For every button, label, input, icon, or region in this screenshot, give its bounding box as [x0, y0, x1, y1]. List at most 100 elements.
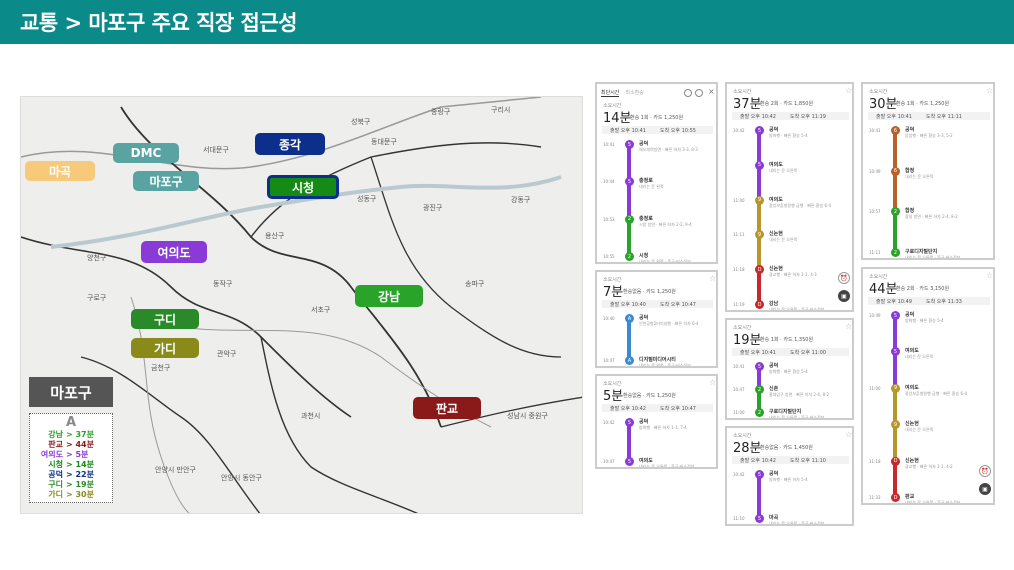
station-detail: 시청 방면 · 빠른 하차 2-2, 9-4	[639, 221, 692, 227]
time-bar: 출발 오후 10:49 도착 오후 11:33	[868, 297, 990, 305]
station-name[interactable]: 판교	[905, 493, 914, 500]
station-name[interactable]: 여의도	[769, 161, 783, 168]
favorite-star-icon[interactable]: ☆	[986, 271, 993, 280]
alarm-icon[interactable]: ⏰	[979, 465, 991, 477]
station-name[interactable]: 공덕	[769, 470, 778, 477]
station-name[interactable]: 구로디지털단지	[769, 408, 801, 415]
stop-time: 11:18	[869, 458, 881, 464]
station-detail: 방화행 · 빠른 환승 5-4	[769, 369, 808, 374]
station-detail: 광교행 · 빠른 하차 1-1, 4-2	[905, 463, 953, 469]
favorite-star-icon[interactable]: ☆	[709, 274, 716, 283]
depart-time: 출발 오후 10:40	[610, 301, 646, 308]
station-name[interactable]: 마곡	[769, 514, 778, 521]
district-label: 성북구	[351, 118, 371, 126]
route-segment	[627, 318, 631, 360]
station-name[interactable]: 공덕	[905, 126, 914, 133]
close-icon[interactable]: ×	[708, 87, 715, 96]
line-badge-icon: D	[891, 493, 900, 502]
stop-time: 11:00	[733, 197, 745, 203]
stop-time: 11:19	[733, 302, 745, 307]
line-badge-icon: 5	[891, 311, 900, 320]
station-name[interactable]: 공덕	[769, 362, 778, 369]
station-name[interactable]: 시청	[639, 252, 648, 259]
route-segment	[757, 130, 761, 165]
line-badge-icon: A	[625, 314, 634, 323]
station-name[interactable]: 공덕	[639, 418, 648, 425]
route-card: ☆ 소요시간 19분 환승 1회 · 카드 1,350원 출발 오후 10:41 도착 오…	[725, 318, 854, 420]
route-segment	[757, 269, 761, 304]
station-name[interactable]: 강남	[769, 300, 778, 307]
depart-time: 출발 오후 10:42	[740, 113, 776, 120]
alarm-icon[interactable]: ⏰	[838, 272, 850, 284]
favorite-star-icon[interactable]: ☆	[709, 378, 716, 387]
duration-value: 19분	[733, 333, 762, 348]
stop-time: 10:41	[869, 128, 881, 133]
station-detail: 내리는 문 오른쪽 · 출구·버스정보	[769, 521, 825, 526]
district-label: 구리시	[491, 106, 511, 114]
station-detail: 애오개역방면 · 빠른 하차 3-3, 8-3	[639, 147, 698, 152]
station-name[interactable]: 공덕	[639, 314, 648, 321]
station-name[interactable]: 여의도	[639, 457, 653, 464]
compass-icon[interactable]	[695, 89, 703, 97]
map-view-icon[interactable]: ▣	[979, 483, 991, 495]
tab-0[interactable]: 최단시간	[601, 89, 620, 97]
legend-row: 공덕 > 22분	[48, 470, 94, 479]
station-name[interactable]: 디지털미디어시티	[639, 356, 676, 363]
station-detail: 방화행 · 빠른 환승 5-4	[905, 318, 944, 323]
tab-1[interactable]: 최소환승	[625, 89, 643, 97]
line-badge-icon: A	[625, 356, 634, 365]
district-label: 용산구	[265, 232, 285, 240]
time-bar: 출발 오후 10:40 도착 오후 10:47	[602, 300, 713, 308]
favorite-star-icon[interactable]: ☆	[986, 86, 993, 95]
map-pin-icon[interactable]	[684, 89, 692, 97]
station-name[interactable]: 공덕	[639, 140, 648, 147]
route-card: ☆ 소요시간 37분 환승 2회 · 카드 1,850원 출발 오후 10:42 도착 오…	[725, 82, 854, 312]
stop-time: 10:49	[869, 168, 881, 174]
time-bar: 출발 오후 10:41 도착 오후 11:11	[868, 112, 990, 120]
district-label: 동대문구	[371, 138, 397, 146]
station-name[interactable]: 구로디지털단지	[905, 248, 937, 255]
stop-time: 10:55	[603, 254, 615, 259]
map-view-icon[interactable]: ▣	[838, 290, 850, 302]
legend-row: 여의도 > 5분	[40, 450, 89, 459]
route-segment	[627, 144, 631, 182]
route-card: ☆ 소요시간 30분 환승 1회 · 카드 1,250원 출발 오후 10:41 도착 오…	[861, 82, 995, 260]
stop-time: 10:53	[603, 216, 615, 222]
station-detail: 중앙보훈병원행 급행 · 빠른 환승 6-4	[905, 390, 968, 396]
duration-value: 37분	[733, 97, 762, 112]
stop-time: 10:49	[869, 313, 881, 318]
district-label: 관악구	[217, 350, 237, 358]
route-card: ☆ 소요시간 7분 환승없음 · 카드 1,250원 출발 오후 10:40 도착 오후 …	[595, 270, 718, 368]
commute-legend: A 강남 > 37분 판교 > 44분 여의도 > 5분 시청 > 14분 공덕 > 22…	[29, 413, 113, 503]
station-name[interactable]: 여의도	[905, 384, 919, 391]
line-badge-icon: 5	[625, 418, 634, 427]
district-label: 성동구	[357, 195, 377, 203]
district-label: 송파구	[465, 280, 485, 288]
station-detail: 내리는 문 오른쪽	[905, 173, 934, 179]
favorite-star-icon[interactable]: ☆	[845, 430, 852, 439]
station-name[interactable]: 공덕	[905, 311, 914, 318]
time-bar: 출발 오후 10:41 도착 오후 11:00	[732, 348, 849, 356]
route-card: ☆ 소요시간 44분 환승 2회 · 카드 3,150원 출발 오후 10:49 도착 오…	[861, 267, 995, 505]
fare-info: 환승없음 · 카드 1,450원	[760, 445, 813, 451]
favorite-star-icon[interactable]: ☆	[845, 86, 852, 95]
station-name[interactable]: 신논현	[905, 457, 919, 464]
station-detail: 내리는 문 왼쪽 · 출구·버스정보	[639, 259, 691, 264]
station-name[interactable]: 공덕	[769, 126, 778, 133]
fare-info: 환승 1회 · 카드 1,350원	[760, 337, 814, 343]
fare-info: 환승 1회 · 카드 1,250원	[896, 101, 950, 107]
station-detail: 인천공항2터미널행 · 빠른 하차 6-4	[639, 321, 699, 326]
station-name[interactable]: 신촌	[769, 385, 778, 392]
legend-row: 가디 > 30분	[48, 490, 94, 499]
pill-gudi: 구디	[131, 309, 199, 329]
pill-gadi: 가디	[131, 338, 199, 358]
favorite-star-icon[interactable]: ☆	[845, 322, 852, 331]
station-detail: 내리는 문 왼쪽 · 출구·버스정보	[639, 363, 691, 368]
station-name[interactable]: 충정로	[639, 215, 653, 222]
route-segment	[893, 315, 897, 352]
line-badge-icon: 5	[891, 347, 900, 357]
station-name[interactable]: 여의도	[769, 196, 783, 203]
station-name[interactable]: 합정	[905, 167, 914, 174]
stop-time: 10:44	[603, 179, 615, 185]
route-segment	[627, 422, 631, 461]
